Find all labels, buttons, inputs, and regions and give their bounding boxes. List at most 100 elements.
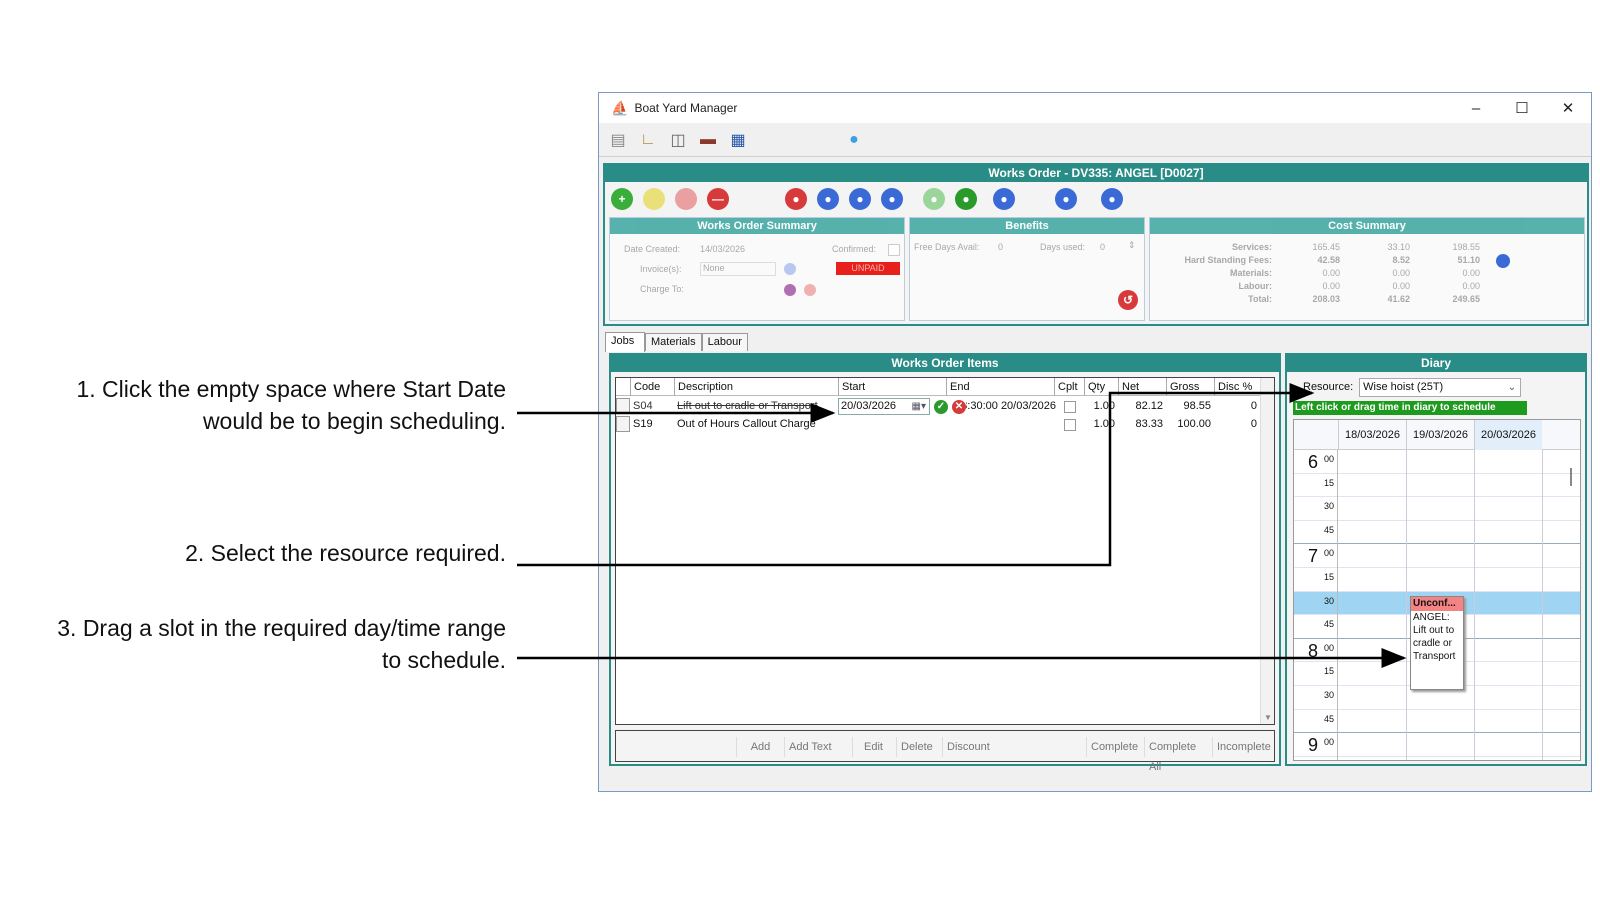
- col-qty[interactable]: Qty: [1084, 378, 1118, 396]
- main-toolbar: ▤ ∟ ◫ ▬ ▦ ●: [599, 123, 1591, 157]
- green-dark-icon[interactable]: ●: [955, 188, 977, 210]
- blue-action-icon-3[interactable]: ●: [881, 188, 903, 210]
- red-action-icon[interactable]: ●: [785, 188, 807, 210]
- invoices-label: Invoice(s):: [640, 264, 682, 274]
- remove-circle-icon[interactable]: —: [707, 188, 729, 210]
- date-created-label: Date Created:: [624, 244, 681, 254]
- blue-info-icon-2[interactable]: ●: [1055, 188, 1077, 210]
- tab-labour[interactable]: Labour: [701, 333, 748, 351]
- confirmed-checkbox[interactable]: [888, 244, 900, 256]
- cell-disc: 0: [1250, 418, 1257, 430]
- hour-label: 9: [1308, 735, 1319, 756]
- add-button[interactable]: Add: [736, 737, 784, 757]
- delete-button[interactable]: Delete: [896, 737, 942, 757]
- boat-icon[interactable]: ▬: [697, 129, 719, 151]
- cost-summary-title: Cost Summary: [1150, 218, 1584, 234]
- cell-net: 83.33: [1135, 418, 1163, 430]
- charge-to-icon-1[interactable]: [784, 284, 796, 296]
- undo-icon[interactable]: ↺: [1118, 290, 1138, 310]
- app-window: ⛵ Boat Yard Manager – ☐ ✕ ▤ ∟ ◫ ▬ ▦ ● Wo…: [598, 92, 1592, 792]
- minimize-button[interactable]: –: [1453, 100, 1499, 117]
- annotation-step-3: 3. Drag a slot in the required day/time …: [57, 615, 506, 673]
- title-bar: ⛵ Boat Yard Manager – ☐ ✕: [599, 93, 1591, 123]
- days-used-value[interactable]: 0: [1100, 242, 1105, 252]
- col-start[interactable]: Start: [838, 378, 946, 396]
- minute-label: 00: [1323, 737, 1334, 748]
- col-cplt[interactable]: Cplt: [1054, 378, 1084, 396]
- day-header: 19/03/2026: [1406, 420, 1474, 450]
- pink-circle-icon[interactable]: [675, 188, 697, 210]
- cost-row-label: Hard Standing Fees:: [1184, 255, 1272, 265]
- days-used-spinner-icon[interactable]: ⇕: [1128, 240, 1136, 251]
- cell-qty: 1.00: [1093, 418, 1115, 430]
- cancel-x-icon[interactable]: ✕: [952, 400, 966, 414]
- minute-label: 45: [1323, 713, 1334, 724]
- minute-label: 15: [1323, 477, 1334, 488]
- add-text-button[interactable]: Add Text: [784, 737, 842, 757]
- day-header: 20/03/2026: [1474, 420, 1542, 450]
- invoices-select[interactable]: None: [700, 262, 776, 276]
- cell-description: Out of Hours Callout Charge: [677, 418, 816, 430]
- diary-calendar[interactable]: 18/03/2026 19/03/2026 20/03/2026 00 6 15 30…: [1293, 419, 1581, 761]
- hour-label: 7: [1308, 546, 1319, 567]
- works-order-actions: + — ● ● ● ● ● ● ● ● ●: [605, 182, 1587, 216]
- cell-qty: 1.00: [1093, 400, 1115, 412]
- edit-button[interactable]: Edit: [852, 737, 894, 757]
- yellow-circle-icon[interactable]: [643, 188, 665, 210]
- cost-info-icon[interactable]: [1496, 254, 1510, 268]
- cplt-checkbox[interactable]: [1064, 401, 1076, 413]
- bar-chart-icon[interactable]: ▦: [727, 129, 749, 151]
- tab-jobs[interactable]: Jobs: [605, 332, 645, 352]
- calendar-scroll-thumb[interactable]: [1570, 468, 1572, 486]
- col-gross[interactable]: Gross: [1166, 378, 1214, 396]
- discount-button[interactable]: Discount: [942, 737, 996, 757]
- blue-info-icon-1[interactable]: ●: [993, 188, 1015, 210]
- tab-materials[interactable]: Materials: [645, 333, 702, 351]
- row-selector[interactable]: [616, 416, 630, 432]
- minute-label: 00: [1323, 642, 1334, 653]
- free-days-value: 0: [998, 242, 1004, 252]
- maximize-button[interactable]: ☐: [1499, 99, 1545, 117]
- blue-action-icon-2[interactable]: ●: [849, 188, 871, 210]
- items-scrollbar[interactable]: ▼: [1260, 378, 1274, 724]
- minute-label: 45: [1323, 619, 1334, 630]
- cplt-checkbox[interactable]: [1064, 419, 1076, 431]
- appointment-header: Unconf...: [1411, 597, 1463, 611]
- close-button[interactable]: ✕: [1545, 99, 1591, 117]
- blue-info-icon-3[interactable]: ●: [1101, 188, 1123, 210]
- charge-to-icon-2[interactable]: [804, 284, 816, 296]
- charge-to-label: Charge To:: [640, 284, 684, 294]
- items-button-bar: Add Add Text Edit Delete Discount Comple…: [615, 730, 1275, 773]
- col-end[interactable]: End: [946, 378, 1054, 396]
- col-net[interactable]: Net: [1118, 378, 1166, 396]
- complete-all-button[interactable]: Complete All: [1144, 737, 1212, 773]
- resource-select[interactable]: Wise hoist (25T) ⌄: [1359, 377, 1522, 397]
- start-date-picker[interactable]: 20/03/2026 ▦▾: [838, 398, 930, 415]
- book-icon[interactable]: ◫: [667, 129, 689, 151]
- crane-icon[interactable]: ∟: [637, 129, 659, 151]
- resource-row: Resource: Wise hoist (25T) ⌄: [1293, 377, 1522, 397]
- col-code[interactable]: Code: [630, 378, 674, 396]
- day-header: 18/03/2026: [1338, 420, 1406, 450]
- complete-button[interactable]: Complete: [1086, 737, 1144, 757]
- cell-gross: 100.00: [1177, 418, 1211, 430]
- incomplete-button[interactable]: Incomplete: [1212, 737, 1272, 757]
- cost-row-vat: 8.52: [1392, 255, 1410, 265]
- row-selector[interactable]: [616, 398, 630, 414]
- appointment-card[interactable]: Unconf... ANGEL: Lift out to cradle or T…: [1410, 596, 1464, 690]
- green-light-icon[interactable]: ●: [923, 188, 945, 210]
- calendar-dropdown-icon[interactable]: ▦▾: [912, 399, 926, 414]
- add-circle-icon[interactable]: +: [611, 188, 633, 210]
- col-disc[interactable]: Disc %: [1214, 378, 1260, 396]
- blue-action-icon-1[interactable]: ●: [817, 188, 839, 210]
- cost-row-gross: 198.55: [1452, 242, 1480, 252]
- app-logo-icon: ⛵: [611, 99, 629, 116]
- invoice-info-icon[interactable]: [784, 263, 796, 275]
- summary-title: Works Order Summary: [610, 218, 904, 234]
- col-description[interactable]: Description: [674, 378, 838, 396]
- scroll-down-icon[interactable]: ▼: [1264, 713, 1272, 722]
- help-bubble-icon[interactable]: ●: [843, 129, 865, 151]
- cylinder-icon[interactable]: ▤: [607, 129, 629, 151]
- confirm-check-icon[interactable]: ✓: [934, 400, 948, 414]
- diary-title: Diary: [1287, 355, 1585, 372]
